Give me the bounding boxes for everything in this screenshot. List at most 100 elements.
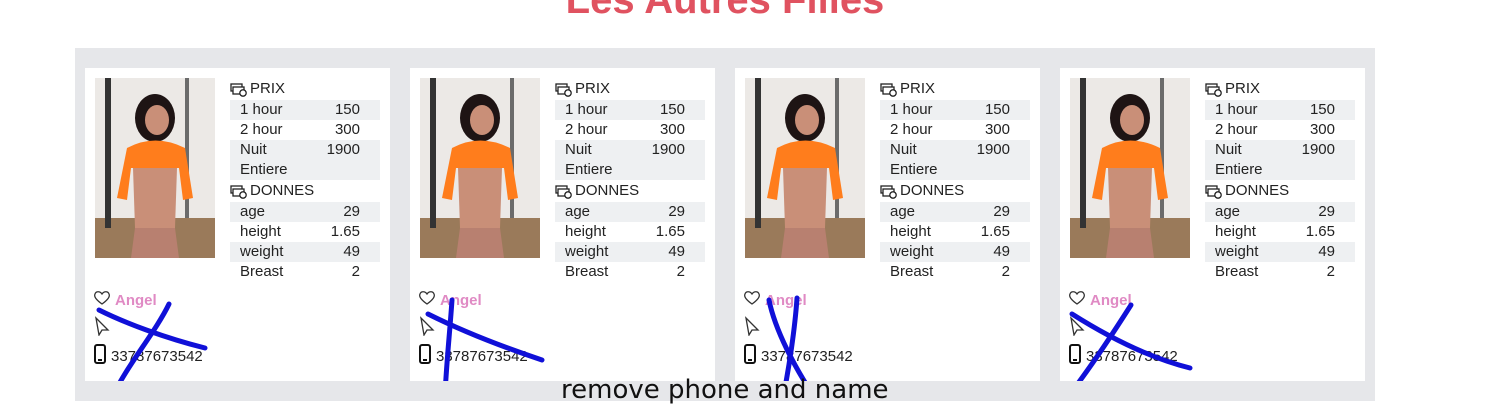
price-header: PRIX: [1205, 78, 1355, 100]
location-line[interactable]: [743, 314, 943, 342]
price-table: 1 hour 150 2 hour 300 Nuit Entiere 1900: [880, 100, 1030, 180]
stat-value: 49: [993, 243, 1010, 260]
profile-name[interactable]: Angel: [115, 292, 157, 309]
stat-row: age 29: [880, 202, 1030, 222]
stat-value: 29: [1318, 203, 1335, 220]
cursor-arrow-icon[interactable]: [743, 316, 761, 340]
price-row: Nuit Entiere 1900: [1205, 140, 1355, 180]
stat-label: age: [565, 203, 591, 220]
info-panel: PRIX 1 hour 150 2 hour 300 Nuit Entiere 1900 …: [1205, 78, 1355, 282]
price-value: 1900: [326, 141, 360, 158]
stat-row: Breast 2: [555, 262, 705, 282]
price-row: 2 hour 300: [1205, 120, 1355, 140]
contact-block: Angel 33787673542: [418, 286, 618, 370]
profile-photo[interactable]: [95, 78, 215, 258]
info-panel: PRIX 1 hour 150 2 hour 300 Nuit Entiere 1900 …: [555, 78, 705, 282]
price-value: 150: [659, 101, 685, 118]
price-title: PRIX: [250, 80, 286, 97]
profile-photo[interactable]: [745, 78, 865, 258]
phone-line[interactable]: 33787673542: [418, 342, 618, 370]
price-label: Nuit Entiere: [565, 141, 613, 178]
price-label: Nuit Entiere: [240, 141, 288, 178]
profile-card[interactable]: PRIX 1 hour 150 2 hour 300 Nuit Entiere 1900 …: [85, 68, 390, 381]
profile-photo[interactable]: [420, 78, 540, 258]
stat-row: weight 49: [230, 242, 380, 262]
phone-line[interactable]: 33787673542: [1068, 342, 1268, 370]
money-icon: [880, 82, 898, 97]
location-line[interactable]: [93, 314, 293, 342]
phone-line[interactable]: 33787673542: [93, 342, 293, 370]
cursor-arrow-icon[interactable]: [93, 316, 111, 340]
info-panel: PRIX 1 hour 150 2 hour 300 Nuit Entiere 1900 …: [230, 78, 380, 282]
name-line[interactable]: Angel: [93, 286, 293, 314]
price-label: 2 hour: [240, 121, 283, 138]
contact-block: Angel 33787673542: [1068, 286, 1268, 370]
page-title: Les Autres Filles: [565, 0, 885, 22]
stat-label: Breast: [240, 263, 284, 280]
money-icon: [230, 82, 248, 97]
data-header: DONNES: [555, 180, 705, 202]
name-line[interactable]: Angel: [1068, 286, 1268, 314]
phone-number[interactable]: 33787673542: [111, 348, 203, 365]
money-icon: [1205, 82, 1223, 97]
heart-icon[interactable]: [743, 290, 761, 310]
stat-value: 49: [1318, 243, 1335, 260]
stat-label: weight: [240, 243, 284, 260]
price-label: 1 hour: [565, 101, 608, 118]
profile-name[interactable]: Angel: [1090, 292, 1132, 309]
profile-photo[interactable]: [1070, 78, 1190, 258]
money-icon: [880, 184, 898, 199]
phone-line[interactable]: 33787673542: [743, 342, 943, 370]
phone-number[interactable]: 33787673542: [761, 348, 853, 365]
price-label: Nuit Entiere: [1215, 141, 1263, 178]
data-title: DONNES: [1225, 182, 1290, 199]
data-header: DONNES: [230, 180, 380, 202]
stat-label: height: [240, 223, 281, 240]
stat-label: height: [1215, 223, 1256, 240]
phone-icon: [93, 344, 107, 368]
heart-icon[interactable]: [418, 290, 436, 310]
name-line[interactable]: Angel: [418, 286, 618, 314]
price-row: Nuit Entiere 1900: [555, 140, 705, 180]
heart-icon[interactable]: [1068, 290, 1086, 310]
stat-value: 29: [668, 203, 685, 220]
stat-value: 1.65: [980, 223, 1010, 240]
profile-card[interactable]: PRIX 1 hour 150 2 hour 300 Nuit Entiere 1900 …: [735, 68, 1040, 381]
price-value: 300: [659, 121, 685, 138]
price-value: 1900: [976, 141, 1010, 158]
profile-name[interactable]: Angel: [440, 292, 482, 309]
profile-card[interactable]: PRIX 1 hour 150 2 hour 300 Nuit Entiere 1900 …: [1060, 68, 1365, 381]
location-line[interactable]: [1068, 314, 1268, 342]
cursor-arrow-icon[interactable]: [1068, 316, 1086, 340]
phone-number[interactable]: 33787673542: [436, 348, 528, 365]
name-line[interactable]: Angel: [743, 286, 943, 314]
heart-icon[interactable]: [93, 290, 111, 310]
data-header: DONNES: [880, 180, 1030, 202]
stat-row: Breast 2: [880, 262, 1030, 282]
price-value: 150: [984, 101, 1010, 118]
price-row: 2 hour 300: [880, 120, 1030, 140]
location-line[interactable]: [418, 314, 618, 342]
stat-row: Breast 2: [230, 262, 380, 282]
contact-block: Angel 33787673542: [93, 286, 293, 370]
stat-row: height 1.65: [555, 222, 705, 242]
price-value: 300: [984, 121, 1010, 138]
stat-value: 1.65: [655, 223, 685, 240]
price-value: 300: [334, 121, 360, 138]
data-header: DONNES: [1205, 180, 1355, 202]
profile-name[interactable]: Angel: [765, 292, 807, 309]
stat-value: 29: [993, 203, 1010, 220]
stat-row: weight 49: [1205, 242, 1355, 262]
price-value: 300: [1309, 121, 1335, 138]
price-row: 1 hour 150: [230, 100, 380, 120]
cursor-arrow-icon[interactable]: [418, 316, 436, 340]
stat-row: height 1.65: [1205, 222, 1355, 242]
profile-card[interactable]: PRIX 1 hour 150 2 hour 300 Nuit Entiere 1900 …: [410, 68, 715, 381]
price-row: Nuit Entiere 1900: [880, 140, 1030, 180]
stat-row: age 29: [555, 202, 705, 222]
stat-value: 2: [351, 263, 360, 280]
price-header: PRIX: [555, 78, 705, 100]
price-value: 150: [1309, 101, 1335, 118]
phone-number[interactable]: 33787673542: [1086, 348, 1178, 365]
price-value: 1900: [1301, 141, 1335, 158]
